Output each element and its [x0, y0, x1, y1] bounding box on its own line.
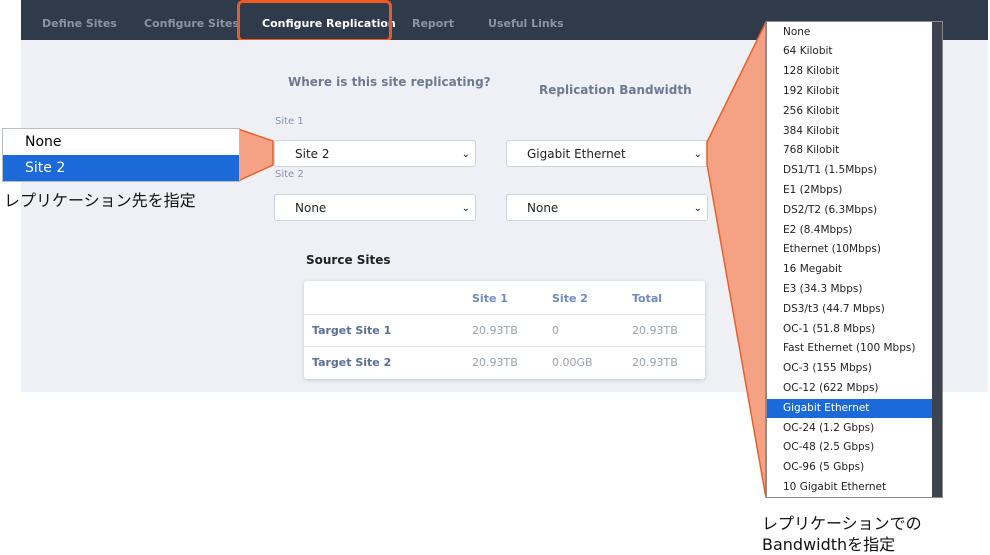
bandwidth-option[interactable]: 256 Kilobit	[767, 102, 933, 122]
bandwidth-callout-connector	[706, 21, 767, 499]
bandwidth-option[interactable]: DS3/t3 (44.7 Mbps)	[767, 300, 933, 320]
bandwidth-option[interactable]: 128 Kilobit	[767, 62, 933, 82]
bandwidth-dropdown-list: None 64 Kilobit 128 Kilobit 192 Kilobit 256 …	[766, 21, 943, 498]
bandwidth-option[interactable]: OC-3 (155 Mbps)	[767, 359, 933, 379]
bandwidth-caption-line2: Bandwidthを指定	[762, 535, 896, 554]
bandwidth-option[interactable]: E3 (34.3 Mbps)	[767, 280, 933, 300]
bandwidth-option[interactable]: OC-48 (2.5 Gbps)	[767, 438, 933, 458]
bandwidth-option[interactable]: DS1/T1 (1.5Mbps)	[767, 161, 933, 181]
bandwidth-option[interactable]: Ethernet (10Mbps)	[767, 240, 933, 260]
bandwidth-option[interactable]: 64 Kilobit	[767, 42, 933, 62]
bandwidth-option[interactable]: OC-24 (1.2 Gbps)	[767, 419, 933, 439]
bandwidth-option[interactable]: None	[767, 23, 933, 43]
bandwidth-option[interactable]: 10 Gigabit Ethernet	[767, 478, 933, 498]
site-dropdown-caption: レプリケーション先を指定	[4, 191, 196, 210]
bandwidth-option[interactable]: DS2/T2 (6.3Mbps)	[767, 201, 933, 221]
bandwidth-option[interactable]: Gigabit Ethernet	[767, 398, 933, 419]
dropdown-scrollbar[interactable]	[932, 22, 942, 497]
bandwidth-option[interactable]: 16 Megabit	[767, 260, 933, 280]
site-option-none[interactable]: None	[3, 129, 239, 155]
bandwidth-option[interactable]: E1 (2Mbps)	[767, 181, 933, 201]
site-callout-connector	[237, 127, 274, 183]
bandwidth-option[interactable]: 768 Kilobit	[767, 141, 933, 161]
bandwidth-option[interactable]: E2 (8.4Mbps)	[767, 221, 933, 241]
site-option-site2[interactable]: Site 2	[3, 155, 239, 181]
bandwidth-option[interactable]: Fast Ethernet (100 Mbps)	[767, 339, 933, 359]
bandwidth-option[interactable]: OC-96 (5 Gbps)	[767, 458, 933, 478]
site-dropdown-list: None Site 2	[2, 128, 240, 182]
bandwidth-option[interactable]: 192 Kilobit	[767, 82, 933, 102]
bandwidth-option[interactable]: OC-1 (51.8 Mbps)	[767, 320, 933, 340]
bandwidth-option[interactable]: OC-12 (622 Mbps)	[767, 379, 933, 399]
bandwidth-option[interactable]: 384 Kilobit	[767, 122, 933, 142]
